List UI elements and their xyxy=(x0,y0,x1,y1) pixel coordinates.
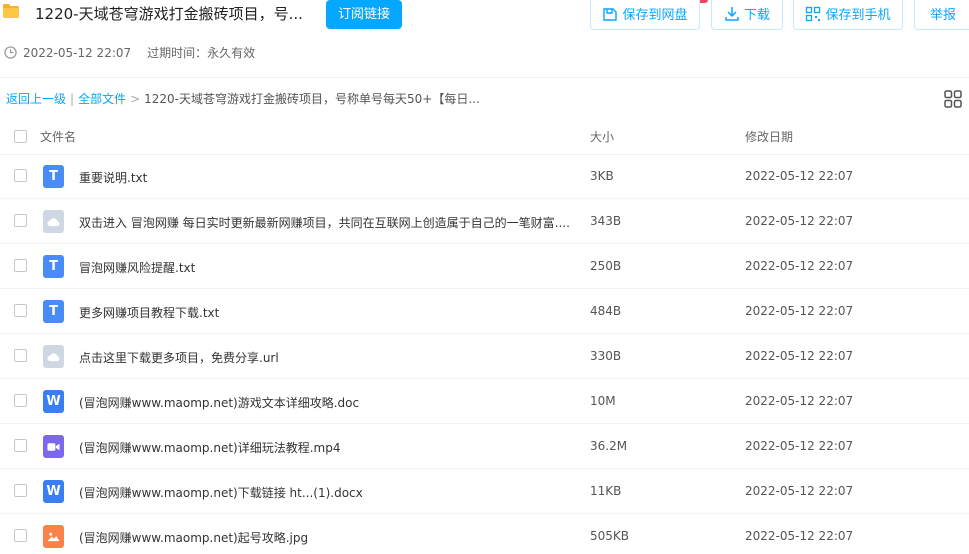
share-header: 1220-天域苍穹游戏打金搬砖项目，号... 订阅链接 保存到网盘 下载 保存到… xyxy=(0,0,969,78)
file-list-header: 文件名 大小 修改日期 xyxy=(0,118,969,155)
file-row[interactable]: (冒泡网赚www.maomp.net)起号攻略.jpg 505KB 2022-05-… xyxy=(0,514,969,554)
file-size: 36.2M xyxy=(590,439,628,453)
expire-time: 过期时间：永久有效 xyxy=(147,46,256,60)
save-to-disk-button[interactable]: 保存到网盘 xyxy=(590,0,700,30)
column-size[interactable]: 大小 xyxy=(590,128,614,145)
file-name[interactable]: (冒泡网赚www.maomp.net)下载链接 ht...(1).docx xyxy=(79,484,363,501)
grid-view-icon[interactable] xyxy=(944,90,962,108)
file-size: 3KB xyxy=(590,169,614,183)
file-checkbox[interactable] xyxy=(14,484,27,497)
file-row[interactable]: 点击这里下载更多项目，免费分享.url 330B 2022-05-12 22:07 xyxy=(0,334,969,379)
save-to-phone-button[interactable]: 保存到手机 xyxy=(793,0,903,30)
file-row[interactable]: T 重要说明.txt 3KB 2022-05-12 22:07 xyxy=(0,154,969,199)
word-file-icon: W xyxy=(43,390,64,413)
file-name[interactable]: (冒泡网赚www.maomp.net)游戏文本详细攻略.doc xyxy=(79,394,359,411)
file-name[interactable]: 双击进入 冒泡网赚 每日实时更新最新网赚项目，共同在互联网上创造属于自己的一笔财… xyxy=(79,214,570,231)
file-date: 2022-05-12 22:07 xyxy=(745,394,854,408)
breadcrumb: 返回上一级 | 全部文件 > 1220-天域苍穹游戏打金搬砖项目，号称单号每天5… xyxy=(6,90,480,107)
select-all-checkbox[interactable] xyxy=(14,130,27,143)
txt-file-icon: T xyxy=(43,165,64,188)
download-button[interactable]: 下载 xyxy=(711,0,783,30)
column-date[interactable]: 修改日期 xyxy=(745,128,793,145)
txt-file-icon: T xyxy=(43,255,64,278)
file-list: T 重要说明.txt 3KB 2022-05-12 22:07 双击进入 冒泡网赚 每日… xyxy=(0,154,969,554)
url-file-icon xyxy=(43,210,64,233)
save-to-phone-label: 保存到手机 xyxy=(825,8,891,23)
report-button[interactable]: 举报 xyxy=(914,0,969,30)
file-checkbox[interactable] xyxy=(14,349,27,362)
breadcrumb-arrow: > xyxy=(130,91,141,106)
file-name[interactable]: 重要说明.txt xyxy=(79,169,147,186)
share-meta: 2022-05-12 22:07 过期时间：永久有效 xyxy=(4,44,255,61)
clock-icon xyxy=(4,46,17,59)
file-checkbox[interactable] xyxy=(14,304,27,317)
file-size: 484B xyxy=(590,304,622,318)
url-file-icon xyxy=(43,345,64,368)
file-date: 2022-05-12 22:07 xyxy=(745,304,854,318)
column-name[interactable]: 文件名 xyxy=(40,128,76,145)
file-row[interactable]: (冒泡网赚www.maomp.net)详细玩法教程.mp4 36.2M 2022-0… xyxy=(0,424,969,469)
save-icon xyxy=(603,7,618,21)
report-label: 举报 xyxy=(929,8,956,23)
file-size: 11KB xyxy=(590,484,622,498)
file-size: 343B xyxy=(590,214,622,228)
file-date: 2022-05-12 22:07 xyxy=(745,259,854,273)
back-link[interactable]: 返回上一级 xyxy=(6,90,66,107)
word-file-icon: W xyxy=(43,480,64,503)
breadcrumb-separator: | xyxy=(70,91,75,106)
folder-icon xyxy=(3,4,19,18)
file-checkbox[interactable] xyxy=(14,394,27,407)
file-size: 250B xyxy=(590,259,622,273)
file-date: 2022-05-12 22:07 xyxy=(745,529,854,543)
file-name[interactable]: (冒泡网赚www.maomp.net)详细玩法教程.mp4 xyxy=(79,439,340,456)
txt-file-icon: T xyxy=(43,300,64,323)
file-date: 2022-05-12 22:07 xyxy=(745,484,854,498)
file-row[interactable]: W (冒泡网赚www.maomp.net)游戏文本详细攻略.doc 10M 2022-… xyxy=(0,379,969,424)
file-checkbox[interactable] xyxy=(14,259,27,272)
file-size: 505KB xyxy=(590,529,630,543)
file-date: 2022-05-12 22:07 xyxy=(745,439,854,453)
file-row[interactable]: T 冒泡网赚风险提醒.txt 250B 2022-05-12 22:07 xyxy=(0,244,969,289)
image-file-icon xyxy=(43,525,64,548)
file-checkbox[interactable] xyxy=(14,169,27,182)
created-time: 2022-05-12 22:07 xyxy=(23,45,132,60)
file-row[interactable]: W (冒泡网赚www.maomp.net)下载链接 ht...(1).docx 11… xyxy=(0,469,969,514)
file-checkbox[interactable] xyxy=(14,214,27,227)
file-checkbox[interactable] xyxy=(14,529,27,542)
file-row[interactable]: T 更多网赚项目教程下载.txt 484B 2022-05-12 22:07 xyxy=(0,289,969,334)
subscribe-link-button[interactable]: 订阅链接 xyxy=(326,0,402,29)
file-date: 2022-05-12 22:07 xyxy=(745,169,854,183)
current-folder: 1220-天域苍穹游戏打金搬砖项目，号称单号每天50+【每日... xyxy=(144,92,480,106)
download-label: 下载 xyxy=(743,8,770,23)
file-name[interactable]: 点击这里下载更多项目，免费分享.url xyxy=(79,349,279,366)
file-size: 330B xyxy=(590,349,622,363)
file-size: 10M xyxy=(590,394,616,408)
file-checkbox[interactable] xyxy=(14,439,27,452)
file-name[interactable]: 冒泡网赚风险提醒.txt xyxy=(79,259,195,276)
video-file-icon xyxy=(43,435,64,458)
download-icon xyxy=(725,6,739,21)
file-row[interactable]: 双击进入 冒泡网赚 每日实时更新最新网赚项目，共同在互联网上创造属于自己的一笔财… xyxy=(0,199,969,244)
qrcode-icon xyxy=(806,6,821,21)
file-date: 2022-05-12 22:07 xyxy=(745,349,854,363)
share-title: 1220-天域苍穹游戏打金搬砖项目，号... xyxy=(35,5,303,23)
file-date: 2022-05-12 22:07 xyxy=(745,214,854,228)
save-to-disk-label: 保存到网盘 xyxy=(622,8,688,23)
all-files-link[interactable]: 全部文件 xyxy=(78,90,126,107)
file-name[interactable]: 更多网赚项目教程下载.txt xyxy=(79,304,219,321)
file-name[interactable]: (冒泡网赚www.maomp.net)起号攻略.jpg xyxy=(79,529,308,546)
